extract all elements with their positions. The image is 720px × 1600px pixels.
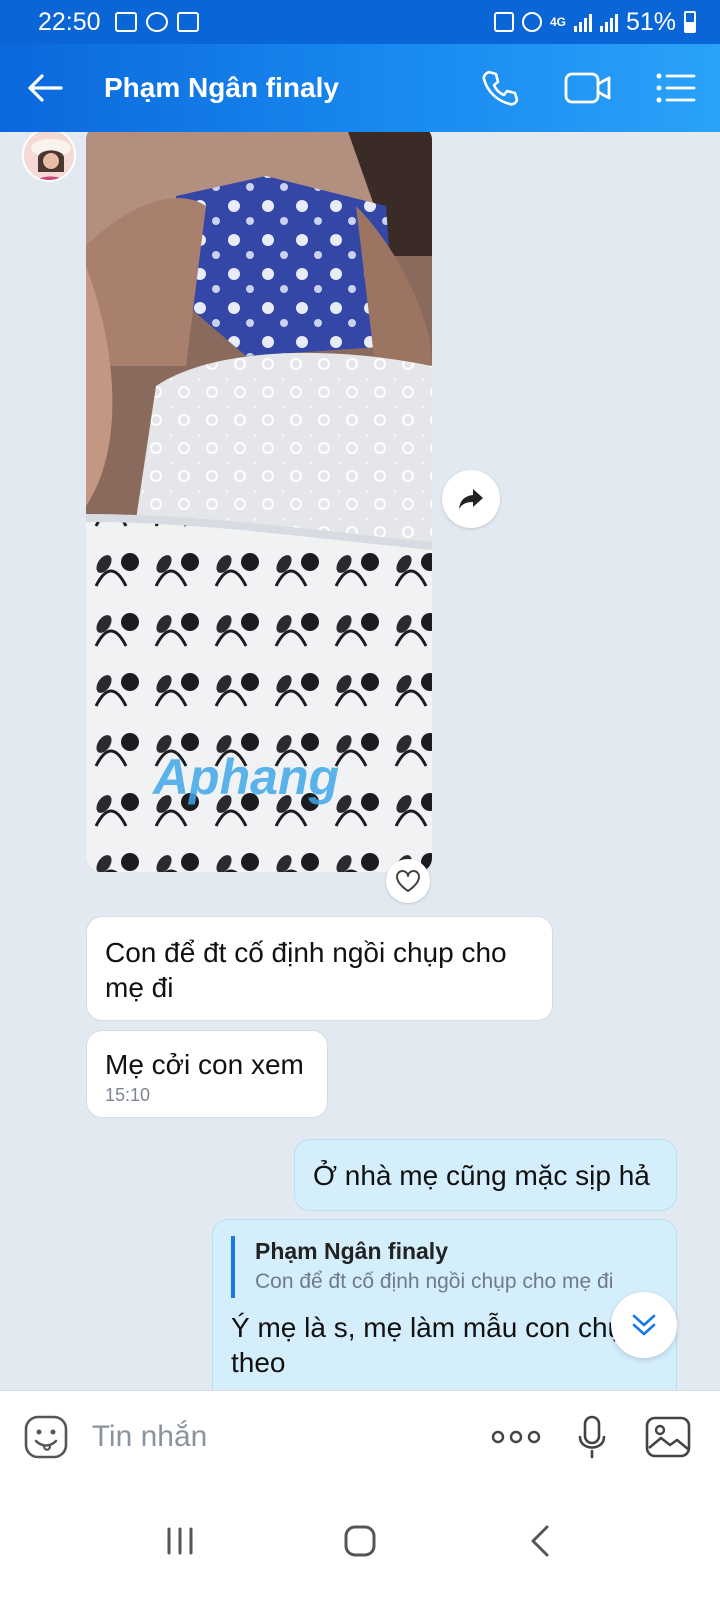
contact-avatar[interactable] (22, 132, 76, 182)
message-bubble-incoming[interactable]: Mẹ cởi con xem 15:10 (86, 1030, 328, 1118)
chat-options-button[interactable] (632, 44, 720, 132)
video-call-icon (564, 72, 611, 104)
quoted-text: Con để đt cố định ngồi chụp cho mẹ đi (255, 1270, 614, 1293)
list-menu-icon (656, 73, 696, 103)
message-text: Ở nhà mẹ cũng mặc sịp hả (313, 1160, 650, 1191)
signal-2-icon (599, 12, 618, 32)
double-chevron-down-icon (632, 1314, 656, 1336)
back-button[interactable] (0, 44, 90, 132)
message-bubble-outgoing-reply[interactable]: Phạm Ngân finaly Con để đt cố định ngồi … (212, 1219, 677, 1390)
recent-apps-button[interactable] (140, 1501, 220, 1581)
message-composer (0, 1390, 720, 1482)
share-arrow-icon (459, 489, 483, 509)
back-arrow-icon (28, 74, 63, 102)
battery-icon (684, 11, 696, 33)
alarm-icon (521, 12, 542, 32)
recent-apps-icon (167, 1527, 193, 1555)
message-text: Ý mẹ là s, mẹ làm mẫu con chụp theo (231, 1312, 639, 1378)
status-bar: 22:50 4G 51% (0, 0, 720, 44)
message-bubble-incoming[interactable]: Con để đt cố định ngồi chụp cho mẹ đi (86, 916, 553, 1021)
message-text: Con để đt cố định ngồi chụp cho mẹ đi (105, 937, 507, 1003)
system-navigation-bar (0, 1482, 720, 1600)
photo-watermark: Aphang (151, 749, 339, 805)
chat-title[interactable]: Phạm Ngân finaly (104, 72, 456, 104)
scroll-to-bottom-button[interactable] (611, 1292, 677, 1358)
chat-messages[interactable]: Aphang Con để đt cố định ngồi chụp cho m… (0, 132, 720, 1390)
timer-notification-icon (176, 12, 199, 32)
app-notification-icon (145, 12, 168, 32)
quoted-author: Phạm Ngân finaly (255, 1238, 448, 1264)
voice-message-button[interactable] (554, 1391, 630, 1483)
recycle-icon (493, 12, 514, 32)
back-nav-button[interactable] (500, 1501, 580, 1581)
sticker-face-icon (24, 1415, 68, 1458)
react-button[interactable] (386, 859, 430, 903)
message-input[interactable] (91, 1419, 478, 1454)
chevron-left-icon (531, 1525, 549, 1557)
image-picker-button[interactable] (630, 1391, 706, 1483)
sticker-button[interactable] (0, 1391, 92, 1483)
message-bubble-outgoing[interactable]: Ở nhà mẹ cũng mặc sịp hả (294, 1139, 677, 1211)
battery-level: 51% (625, 7, 676, 36)
message-text: Mẹ cởi con xem (105, 1049, 304, 1080)
more-options-button[interactable] (478, 1391, 554, 1483)
microphone-icon (578, 1415, 606, 1458)
share-button[interactable] (442, 470, 500, 528)
phone-icon (482, 70, 519, 106)
network-type: 4G (549, 15, 566, 29)
voice-call-button[interactable] (456, 44, 544, 132)
status-right: 4G 51% (493, 7, 696, 37)
more-dots-icon (491, 1430, 540, 1443)
signal-icon (573, 12, 592, 32)
heart-icon (396, 870, 420, 892)
message-time: 15:10 (105, 1085, 151, 1105)
gallery-notification-icon (114, 12, 137, 32)
status-time: 22:50 (38, 7, 101, 36)
shared-photo[interactable]: Aphang (86, 132, 432, 872)
video-call-button[interactable] (544, 44, 632, 132)
home-icon (344, 1525, 376, 1557)
image-gallery-icon (645, 1416, 691, 1457)
home-button[interactable] (320, 1501, 400, 1581)
quoted-message[interactable]: Phạm Ngân finaly Con để đt cố định ngồi … (231, 1236, 658, 1298)
chat-header: Phạm Ngân finaly (0, 44, 720, 132)
